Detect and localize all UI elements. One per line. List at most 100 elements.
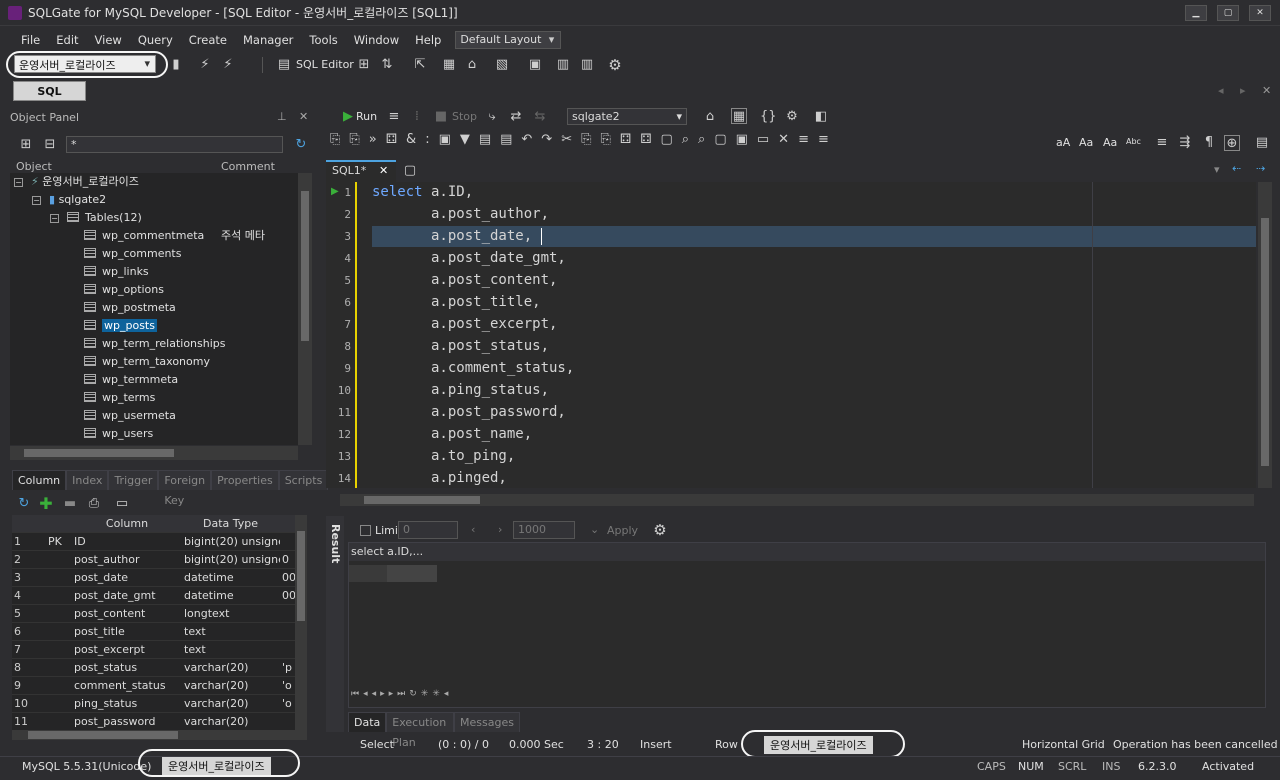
tool-icon-1[interactable]: ▥ bbox=[555, 57, 571, 73]
menu-manager[interactable]: Manager bbox=[235, 33, 301, 47]
record-navigator[interactable]: ⏮◂◂▸▸⏭↻✳✳◂ bbox=[351, 689, 452, 699]
result-settings-icon[interactable]: ⚙ bbox=[652, 522, 668, 538]
database-icon[interactable]: ▮ bbox=[168, 57, 184, 73]
limit-input[interactable]: 0 bbox=[398, 521, 458, 539]
case-toggle-button[interactable]: Aa bbox=[1103, 136, 1117, 149]
tab-column[interactable]: Column bbox=[12, 470, 67, 490]
export-icon[interactable]: ⇱ bbox=[412, 57, 428, 73]
layout-icon[interactable]: ▦ bbox=[441, 57, 457, 73]
layout-select[interactable]: Default Layout bbox=[455, 31, 562, 49]
prev-page-icon[interactable]: ‹ bbox=[471, 523, 475, 536]
grid-scrollbar[interactable] bbox=[295, 515, 307, 730]
tree-table-item[interactable]: wp_term_relationships bbox=[84, 335, 226, 353]
tree-table-item[interactable]: wp_usermeta bbox=[84, 407, 176, 425]
sql-editor-icon[interactable]: ▤ bbox=[276, 57, 292, 73]
minimize-button[interactable]: ▁ bbox=[1185, 5, 1207, 21]
tab-next-icon[interactable]: ⇢ bbox=[1256, 162, 1265, 175]
tree-table-item[interactable]: wp_options bbox=[84, 281, 164, 299]
table-row[interactable]: 9 comment_status varchar(20) 'o bbox=[12, 677, 307, 695]
target-icon[interactable]: ⊕ bbox=[1224, 135, 1240, 151]
table-row[interactable]: 11 post_password varchar(20) bbox=[12, 713, 307, 730]
braces-settings-icon[interactable]: ⚙ bbox=[784, 109, 800, 125]
nav-left-icon[interactable]: ◂ bbox=[1218, 84, 1224, 97]
tab-properties[interactable]: Properties bbox=[211, 470, 279, 490]
tree-table-item[interactable]: wp_users bbox=[84, 425, 153, 443]
tool-icon-2[interactable]: ▥ bbox=[579, 57, 595, 73]
tree-table-item[interactable]: wp_posts bbox=[84, 317, 157, 335]
tree-table-item[interactable]: wp_terms bbox=[84, 389, 155, 407]
tree-tables-node[interactable]: − Tables(12) bbox=[50, 209, 142, 227]
menu-tools[interactable]: Tools bbox=[301, 33, 345, 47]
run-step-icon[interactable]: ≡ bbox=[386, 109, 402, 125]
add-column-icon[interactable]: ✚ bbox=[38, 496, 54, 512]
editor-tab[interactable]: SQL1* ✕ bbox=[326, 160, 396, 182]
table-row[interactable]: 1 PK ID bigint(20) unsigned bbox=[12, 533, 307, 551]
tree-table-item[interactable]: wp_termmeta bbox=[84, 371, 178, 389]
collapse-all-icon[interactable]: ⊟ bbox=[42, 137, 58, 153]
table-row[interactable]: 6 post_title text bbox=[12, 623, 307, 641]
menu-help[interactable]: Help bbox=[407, 33, 449, 47]
database-select[interactable]: sqlgate2 ▾ bbox=[567, 108, 687, 125]
table-row[interactable]: 5 post_content longtext bbox=[12, 605, 307, 623]
menu-create[interactable]: Create bbox=[181, 33, 235, 47]
table-row[interactable]: 7 post_excerpt text bbox=[12, 641, 307, 659]
braces-icon[interactable]: {} bbox=[760, 109, 777, 125]
menu-view[interactable]: View bbox=[87, 33, 130, 47]
editor-vscrollbar[interactable] bbox=[1258, 182, 1272, 488]
table-row[interactable]: 10 ping_status varchar(20) 'o bbox=[12, 695, 307, 713]
table-row[interactable]: 8 post_status varchar(20) 'p bbox=[12, 659, 307, 677]
tab-foreign-key[interactable]: Foreign Key bbox=[158, 470, 212, 507]
tree-table-item[interactable]: wp_links bbox=[84, 263, 149, 281]
sql-format-icon[interactable]: ▤ bbox=[1254, 135, 1270, 151]
grid-hscrollbar[interactable] bbox=[12, 730, 307, 740]
page-size-input[interactable]: 1000 bbox=[513, 521, 575, 539]
tree-table-item[interactable]: wp_comments bbox=[84, 245, 181, 263]
uppercase-button[interactable]: aA bbox=[1056, 136, 1070, 149]
result-grid[interactable]: select a.ID,... ⏮◂◂▸▸⏭↻✳✳◂ bbox=[348, 542, 1266, 708]
diagram-icon[interactable]: ⊞ bbox=[356, 57, 372, 73]
apply-dropdown-icon[interactable]: ⌄ bbox=[590, 523, 599, 536]
document-tab[interactable]: SQL Editor1 bbox=[13, 81, 86, 118]
close-button[interactable]: ✕ bbox=[1249, 5, 1271, 21]
remove-column-icon[interactable]: ▬ bbox=[62, 496, 78, 512]
tree-server[interactable]: − ⚡ 운영서버_로컬라이즈 bbox=[14, 173, 139, 191]
tab-index[interactable]: Index bbox=[66, 470, 109, 490]
object-filter[interactable]: * bbox=[66, 136, 283, 153]
menu-query[interactable]: Query bbox=[130, 33, 181, 47]
new-tab-icon[interactable]: ▢ bbox=[402, 163, 418, 179]
tab-messages[interactable]: Messages bbox=[454, 712, 520, 732]
transaction-icon[interactable]: ⇄ bbox=[508, 109, 524, 125]
tree-table-item[interactable]: wp_term_taxonomy bbox=[84, 353, 210, 371]
rollback-icon[interactable]: ⇆ bbox=[532, 109, 548, 125]
tab-data[interactable]: Data bbox=[348, 712, 387, 732]
menu-file[interactable]: File bbox=[0, 33, 48, 47]
tree-hscrollbar[interactable] bbox=[10, 446, 298, 460]
maximize-button[interactable]: ▢ bbox=[1217, 5, 1239, 21]
tab-execution-plan[interactable]: Execution Plan bbox=[386, 712, 455, 749]
refresh-columns-icon[interactable]: ↻ bbox=[16, 496, 32, 512]
tree-table-item[interactable]: wp_commentmeta bbox=[84, 227, 204, 245]
refresh-icon[interactable]: ↻ bbox=[293, 137, 309, 153]
menu-window[interactable]: Window bbox=[346, 33, 407, 47]
stop-button[interactable]: Stop bbox=[452, 110, 477, 123]
run-line-icon[interactable]: ⁞ bbox=[409, 109, 425, 125]
tab-prev-icon[interactable]: ⇠ bbox=[1232, 162, 1241, 175]
table-row[interactable]: 2 post_author bigint(20) unsigned0 bbox=[12, 551, 307, 569]
settings-icon[interactable]: ⚙ bbox=[607, 57, 623, 73]
close-document-icon[interactable]: ✕ bbox=[1262, 84, 1271, 97]
tab-trigger[interactable]: Trigger bbox=[108, 470, 159, 490]
compare-icon[interactable]: ⇅ bbox=[379, 57, 395, 73]
commit-icon[interactable]: ⤷ bbox=[484, 109, 500, 125]
disconnect-icon[interactable]: ⚡ bbox=[220, 57, 236, 73]
result-side-tab[interactable]: Result bbox=[326, 516, 344, 732]
tab-list-icon[interactable]: ▾ bbox=[1214, 163, 1220, 176]
tree-scrollbar[interactable] bbox=[298, 173, 312, 445]
run-button[interactable]: Run bbox=[356, 110, 377, 123]
tree-database[interactable]: − ▮ sqlgate2 bbox=[32, 191, 106, 209]
nav-right-icon[interactable]: ▸ bbox=[1240, 84, 1246, 97]
editor-hscrollbar[interactable] bbox=[340, 494, 1254, 506]
comment-icon[interactable]: ▭ bbox=[114, 496, 130, 512]
next-page-icon[interactable]: › bbox=[498, 523, 502, 536]
expand-all-icon[interactable]: ⊞ bbox=[18, 137, 34, 153]
table-row[interactable]: 4 post_date_gmt datetime 00 bbox=[12, 587, 307, 605]
